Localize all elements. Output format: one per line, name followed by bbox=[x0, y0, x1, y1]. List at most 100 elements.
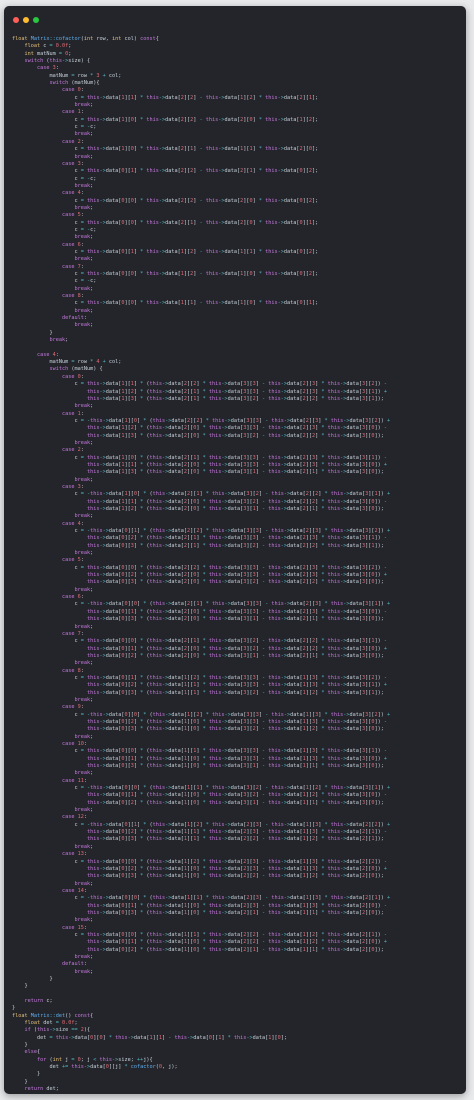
code-line: this->data[0][2] * (this->data[2][1] * t… bbox=[86, 535, 387, 542]
code-line: return c; bbox=[24, 998, 53, 1005]
code-line: if (this->size == 2){ bbox=[24, 1027, 91, 1034]
code-line: float Matrix::cofactor(int row, int col)… bbox=[12, 36, 159, 42]
code-line: switch (this->size) { bbox=[24, 58, 91, 65]
code-line: break; bbox=[74, 131, 94, 138]
code-line: det += this->data[0][j] * cofactor(0, j)… bbox=[49, 1064, 178, 1071]
code-line: case 4: bbox=[61, 190, 84, 197]
code-line: this->data[0][1] * (this->data[1][0] * t… bbox=[86, 792, 387, 799]
code-line: break; bbox=[74, 843, 94, 850]
code-line: case 12: bbox=[61, 814, 87, 821]
code-line: case 3: bbox=[61, 483, 84, 490]
code-line: float Matrix::det() const{ bbox=[12, 1012, 94, 1019]
code-line: } bbox=[12, 1005, 16, 1012]
code-line: break; bbox=[74, 285, 94, 292]
code-line: case 5: bbox=[61, 212, 84, 219]
code-line: c = -this->data[0][1] * (this->data[2][2… bbox=[74, 528, 391, 535]
code-line: c = this->data[1][0] * this->data[2][2] … bbox=[74, 116, 319, 123]
code-line: c = -c; bbox=[74, 124, 97, 131]
code-line: this->data[0][2] * (this->data[2][0] * t… bbox=[86, 572, 387, 579]
code-line: this->data[0][2] * (this->data[1][0] * t… bbox=[86, 865, 387, 872]
code-line: float det = 0.0f; bbox=[24, 1020, 78, 1027]
code-line: this->data[1][1] * (this->data[2][0] * t… bbox=[86, 461, 387, 468]
code-line: break; bbox=[74, 968, 94, 975]
code-line: } bbox=[24, 983, 28, 990]
code-line: c = this->data[0][0] * this->data[1][1] … bbox=[74, 300, 319, 307]
code-line: break; bbox=[74, 204, 94, 211]
code-line: break; bbox=[74, 550, 94, 557]
code-line: break; bbox=[74, 307, 94, 314]
code-line: c = this->data[1][0] * (this->data[2][1]… bbox=[74, 454, 387, 461]
code-line: break; bbox=[74, 513, 94, 520]
code-line: switch (matNum) { bbox=[49, 366, 103, 373]
minimize-dot[interactable] bbox=[23, 17, 29, 23]
code-line: c = -this->data[0][1] * (this->data[1][2… bbox=[74, 821, 391, 828]
code-line: this->data[0][2] * (this->data[1][0] * t… bbox=[86, 946, 384, 953]
code-line: break; bbox=[74, 153, 94, 160]
code-block: float Matrix::cofactor(int row, int col)… bbox=[12, 36, 462, 1094]
code-line: this->data[0][3] * (this->data[2][0] * t… bbox=[86, 579, 384, 586]
code-line: c = this->data[0][0] * (this->data[1][1]… bbox=[74, 748, 387, 755]
code-line: break; bbox=[74, 322, 94, 329]
code-line: } bbox=[37, 1071, 41, 1078]
code-line: break; bbox=[74, 623, 94, 630]
code-line: this->data[0][3] * (this->data[1][1] * t… bbox=[86, 836, 384, 843]
code-line: case 7: bbox=[61, 630, 84, 637]
code-line: case 3: bbox=[61, 160, 84, 167]
code-line: c = this->data[1][0] * this->data[2][1] … bbox=[74, 146, 319, 153]
code-line: float c = 0.0f; bbox=[24, 43, 72, 50]
code-line: this->data[1][3] * (this->data[2][1] * t… bbox=[86, 395, 384, 402]
code-line: case 11: bbox=[61, 777, 87, 784]
code-line: } bbox=[12, 1094, 462, 1095]
code-line: break; bbox=[74, 917, 94, 924]
code-line: this->data[0][1] * (this->data[1][0] * t… bbox=[86, 939, 387, 946]
code-line: case 0: bbox=[61, 87, 84, 94]
code-line: break; bbox=[74, 102, 94, 109]
code-line: this->data[0][2] * (this->data[1][1] * t… bbox=[86, 682, 387, 689]
code-line: case 4: bbox=[37, 351, 59, 358]
code-line: this->data[0][2] * (this->data[1][1] * t… bbox=[86, 829, 387, 836]
code-line: c = this->data[1][1] * this->data[2][2] … bbox=[74, 94, 319, 101]
code-line: this->data[0][2] * (this->data[1][0] * t… bbox=[86, 718, 387, 725]
code-line: break; bbox=[74, 256, 94, 263]
code-line: this->data[0][3] * (this->data[1][0] * t… bbox=[86, 726, 384, 733]
code-line: c = this->data[0][0] * this->data[2][1] … bbox=[74, 219, 319, 226]
code-line: case 15: bbox=[61, 924, 87, 931]
code-line: this->data[0][3] * (this->data[2][0] * t… bbox=[86, 616, 384, 623]
code-line: this->data[0][3] * (this->data[1][0] * t… bbox=[86, 909, 384, 916]
code-line: c = -this->data[1][0] * (this->data[2][1… bbox=[74, 491, 391, 498]
code-line: case 5: bbox=[61, 557, 84, 564]
code-line: case 1: bbox=[61, 109, 84, 116]
code-line: case 1: bbox=[61, 410, 84, 417]
close-dot[interactable] bbox=[13, 17, 19, 23]
code-line: break; bbox=[74, 733, 94, 740]
code-line: break; bbox=[74, 403, 94, 410]
code-line: else{ bbox=[24, 1049, 41, 1056]
code-line: case 10: bbox=[61, 741, 87, 747]
code-line: case 0: bbox=[61, 373, 84, 380]
code-line: break; bbox=[74, 880, 94, 887]
code-line: default: bbox=[61, 961, 87, 968]
code-line: this->data[0][3] * (this->data[1][0] * t… bbox=[86, 873, 384, 880]
code-line: matNum = row * 4 + col; bbox=[49, 359, 122, 366]
code-line: case 6: bbox=[61, 594, 84, 601]
code-line: this->data[0][1] * (this->data[2][0] * t… bbox=[86, 645, 387, 652]
code-line: return det; bbox=[24, 1086, 59, 1093]
code-line: this->data[0][2] * (this->data[1][0] * t… bbox=[86, 799, 384, 806]
code-line: break; bbox=[74, 182, 94, 189]
code-line: } bbox=[24, 1078, 28, 1085]
code-line: c = this->data[0][0] * this->data[2][2] … bbox=[74, 197, 319, 204]
code-line: case 6: bbox=[61, 241, 84, 248]
code-line: case 9: bbox=[61, 704, 84, 711]
code-line: this->data[1][3] * (this->data[2][0] * t… bbox=[86, 432, 384, 439]
code-line: break; bbox=[74, 660, 94, 667]
code-line: break; bbox=[74, 586, 94, 593]
code-line: break; bbox=[74, 234, 94, 241]
code-line: c = -this->data[0][0] * (this->data[1][2… bbox=[74, 711, 391, 718]
zoom-dot[interactable] bbox=[33, 17, 39, 23]
code-line: case 8: bbox=[61, 667, 84, 674]
code-line: case 14: bbox=[61, 887, 87, 894]
code-line: c = this->data[0][0] * (this->data[1][2]… bbox=[74, 858, 387, 865]
code-line: c = -this->data[0][0] * (this->data[2][1… bbox=[74, 601, 391, 608]
code-line: c = this->data[0][0] * this->data[1][2] … bbox=[74, 271, 319, 277]
